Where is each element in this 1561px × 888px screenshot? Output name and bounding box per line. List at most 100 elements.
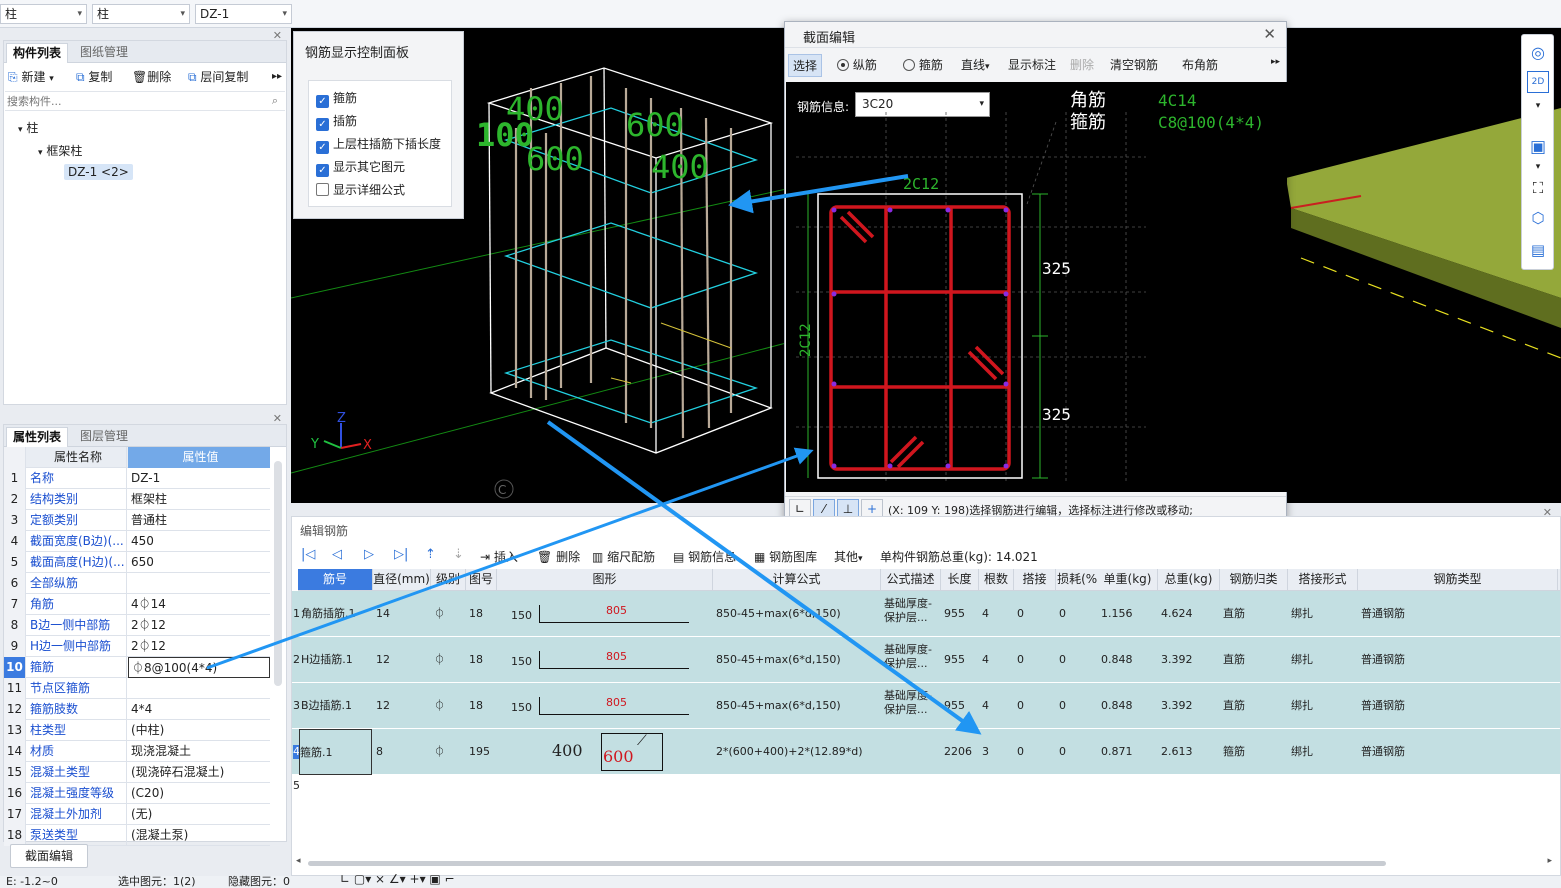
chevron-down-icon[interactable]: ▾ xyxy=(1527,99,1549,113)
component-type-combo[interactable]: 柱 ▾ xyxy=(0,4,87,24)
grid-header-cell[interactable]: 单重(kg) xyxy=(1098,569,1158,590)
scale-rebar-button[interactable]: ▥ 缩尺配筋 xyxy=(592,548,655,565)
cell-form[interactable]: 绑扎 xyxy=(1291,653,1356,667)
prop-row[interactable]: 13 柱类型 (中柱) xyxy=(4,720,270,741)
rebar-option-checkbox[interactable]: ✓ 插筋 xyxy=(316,112,357,131)
next-icon[interactable]: ▷ xyxy=(364,547,374,562)
prop-value[interactable]: 2⏀12 xyxy=(128,615,270,636)
line-mode-dropdown[interactable]: 直线▾ xyxy=(961,56,990,73)
cell-total[interactable]: 3.392 xyxy=(1161,699,1218,713)
cell-formula[interactable]: 850-45+max(6*d,150) xyxy=(716,607,879,621)
cell-cat[interactable]: 直筋 xyxy=(1223,607,1286,621)
grid-header-cell[interactable]: 钢筋类型 xyxy=(1358,569,1558,590)
corner-rebar-button[interactable]: 布角筋 xyxy=(1182,56,1218,73)
cell-len[interactable]: 955 xyxy=(944,653,977,667)
floor-copy-button[interactable]: ⧉ 层间复制 xyxy=(188,67,248,87)
tab-component-list[interactable]: 构件列表 xyxy=(6,43,69,63)
stirrup-radio[interactable]: 箍筋 xyxy=(903,56,943,73)
cell-desc[interactable]: 基础厚度-保护层... xyxy=(884,597,939,627)
cell-cat[interactable]: 直筋 xyxy=(1223,699,1286,713)
cell-fig[interactable]: 18 xyxy=(469,607,495,621)
grid-header-cell[interactable]: 计算公式 xyxy=(713,569,881,590)
scroll-right-icon[interactable]: ▸ xyxy=(1547,856,1552,866)
tree-node-frame-column[interactable]: ▾ 框架柱 xyxy=(38,142,82,159)
prop-value[interactable]: ⏀8@100(4*4) xyxy=(128,657,270,678)
insert-button[interactable]: ⇥ 插入 xyxy=(480,548,518,565)
rebar-info-button[interactable]: ▤ 钢筋信息 xyxy=(673,548,736,565)
scroll-left-icon[interactable]: ◂ xyxy=(296,856,301,866)
cell-dia[interactable]: 12 xyxy=(376,699,429,713)
prop-value[interactable]: (中柱) xyxy=(128,720,270,741)
delete-row-button[interactable]: 🗑 删除 xyxy=(537,548,580,565)
table-row[interactable]: 4 箍筋.1 8 ⏀ 195 400 600 ⟋ 2*(600+400)+2*(12.89*d)… xyxy=(292,729,1560,775)
props-scrollbar[interactable] xyxy=(274,461,282,686)
prop-row[interactable]: 14 材质 现浇混凝土 xyxy=(4,741,270,762)
cell-loss[interactable]: 0 xyxy=(1059,699,1102,713)
orbit-icon[interactable]: ◎ xyxy=(1527,41,1549,63)
section-edit-button[interactable]: 截面编辑 xyxy=(10,844,88,868)
cell-loss[interactable]: 0 xyxy=(1059,607,1102,621)
rebar-option-checkbox[interactable]: ✓ 显示其它图元 xyxy=(316,158,405,177)
cell-unit[interactable]: 1.156 xyxy=(1101,607,1156,621)
delete-button[interactable]: 🗑删除 xyxy=(132,67,171,87)
prop-value[interactable]: (混凝土泵) xyxy=(128,825,270,846)
cell-fig[interactable]: 195 xyxy=(469,745,495,759)
grid-header-cell[interactable]: 级别 xyxy=(431,569,466,590)
cell-total[interactable]: 2.613 xyxy=(1161,745,1218,759)
grid-header-cell[interactable]: 公式描述 xyxy=(881,569,941,590)
component-subtype-combo[interactable]: 柱 ▾ xyxy=(92,4,190,24)
cell-total[interactable]: 3.392 xyxy=(1161,653,1218,667)
properties-view-icon[interactable]: ▤ xyxy=(1527,239,1549,261)
2d-view-icon[interactable]: 2D xyxy=(1527,71,1549,93)
cell-fig[interactable]: 18 xyxy=(469,699,495,713)
longitudinal-radio[interactable]: 纵筋 xyxy=(837,56,877,73)
cell-count[interactable]: 4 xyxy=(982,699,1012,713)
prop-value[interactable]: 现浇混凝土 xyxy=(128,741,270,762)
prop-row[interactable]: 6 全部纵筋 xyxy=(4,573,270,594)
table-row[interactable]: 3 B边插筋.1 12 ⏀ 18 150 805 850-45+max(6*d,150) 基础厚… xyxy=(292,683,1560,729)
cell-name[interactable]: H边插筋.1 xyxy=(301,653,371,667)
cell-type[interactable]: 普通钢筋 xyxy=(1361,653,1556,667)
dialog-titlebar[interactable]: 截面编辑 ✕ xyxy=(785,22,1286,48)
prop-value[interactable]: 650 xyxy=(128,552,270,573)
cell-desc[interactable] xyxy=(884,735,939,765)
iso-view-icon[interactable]: ⬡ xyxy=(1527,207,1549,229)
cell-type[interactable]: 普通钢筋 xyxy=(1361,607,1556,621)
delete-rebar-button[interactable]: 删除 xyxy=(1070,56,1094,73)
other-dropdown[interactable]: 其他▾ xyxy=(834,548,863,565)
grid-header-cell[interactable]: 钢筋归类 xyxy=(1220,569,1288,590)
prop-row[interactable]: 3 定额类别 普通柱 xyxy=(4,510,270,531)
select-tool-button[interactable]: 选择 xyxy=(788,54,823,77)
prop-row[interactable]: 18 泵送类型 (混凝土泵) xyxy=(4,825,270,846)
cell-grade[interactable]: ⏀ xyxy=(434,699,464,713)
prop-row[interactable]: 11 节点区箍筋 xyxy=(4,678,270,699)
prop-row[interactable]: 5 截面高度(H边)(... 650 xyxy=(4,552,270,573)
grid-header-cell[interactable]: 损耗(%) xyxy=(1056,569,1104,590)
last-icon[interactable]: ▷| xyxy=(394,547,408,562)
table-row[interactable]: 2 H边插筋.1 12 ⏀ 18 150 805 850-45+max(6*d,150) 基础厚… xyxy=(292,637,1560,683)
cell-count[interactable]: 4 xyxy=(982,653,1012,667)
prop-row[interactable]: 7 角筋 4⏀14 xyxy=(4,594,270,615)
cell-cat[interactable]: 箍筋 xyxy=(1223,745,1286,759)
grid-header-cell[interactable]: 图号 xyxy=(466,569,497,590)
cell-total[interactable]: 4.624 xyxy=(1161,607,1218,621)
prop-value[interactable]: (C20) xyxy=(128,783,270,804)
grid-header-cell[interactable]: 总重(kg) xyxy=(1158,569,1220,590)
prop-row[interactable]: 1 名称 DZ-1 xyxy=(4,468,270,489)
cell-len[interactable]: 2206 xyxy=(944,745,977,759)
cell-count[interactable]: 3 xyxy=(982,745,1012,759)
prop-value[interactable] xyxy=(128,573,270,594)
cell-lap[interactable]: 0 xyxy=(1017,699,1054,713)
cell-lap[interactable]: 0 xyxy=(1017,653,1054,667)
grid-header-cell[interactable]: 搭接形式 xyxy=(1288,569,1358,590)
grid-header-cell[interactable]: 图形 xyxy=(497,569,713,590)
cell-name[interactable]: B边插筋.1 xyxy=(301,699,371,713)
cell-unit[interactable]: 0.848 xyxy=(1101,699,1156,713)
tab-property-list[interactable]: 属性列表 xyxy=(6,427,69,447)
section-canvas[interactable]: 钢筋信息: 3C20 ▾ 325 325 2C12 2C12 角筋 箍筋 4C1… xyxy=(786,82,1287,492)
close-icon[interactable]: ✕ xyxy=(273,29,282,42)
empty-table-row[interactable]: 5 xyxy=(292,775,1560,797)
3d-cube-icon[interactable]: ▣ xyxy=(1527,136,1549,158)
show-label-button[interactable]: 显示标注 xyxy=(1008,56,1056,73)
rebar-option-checkbox[interactable]: ✓ 箍筋 xyxy=(316,89,357,108)
